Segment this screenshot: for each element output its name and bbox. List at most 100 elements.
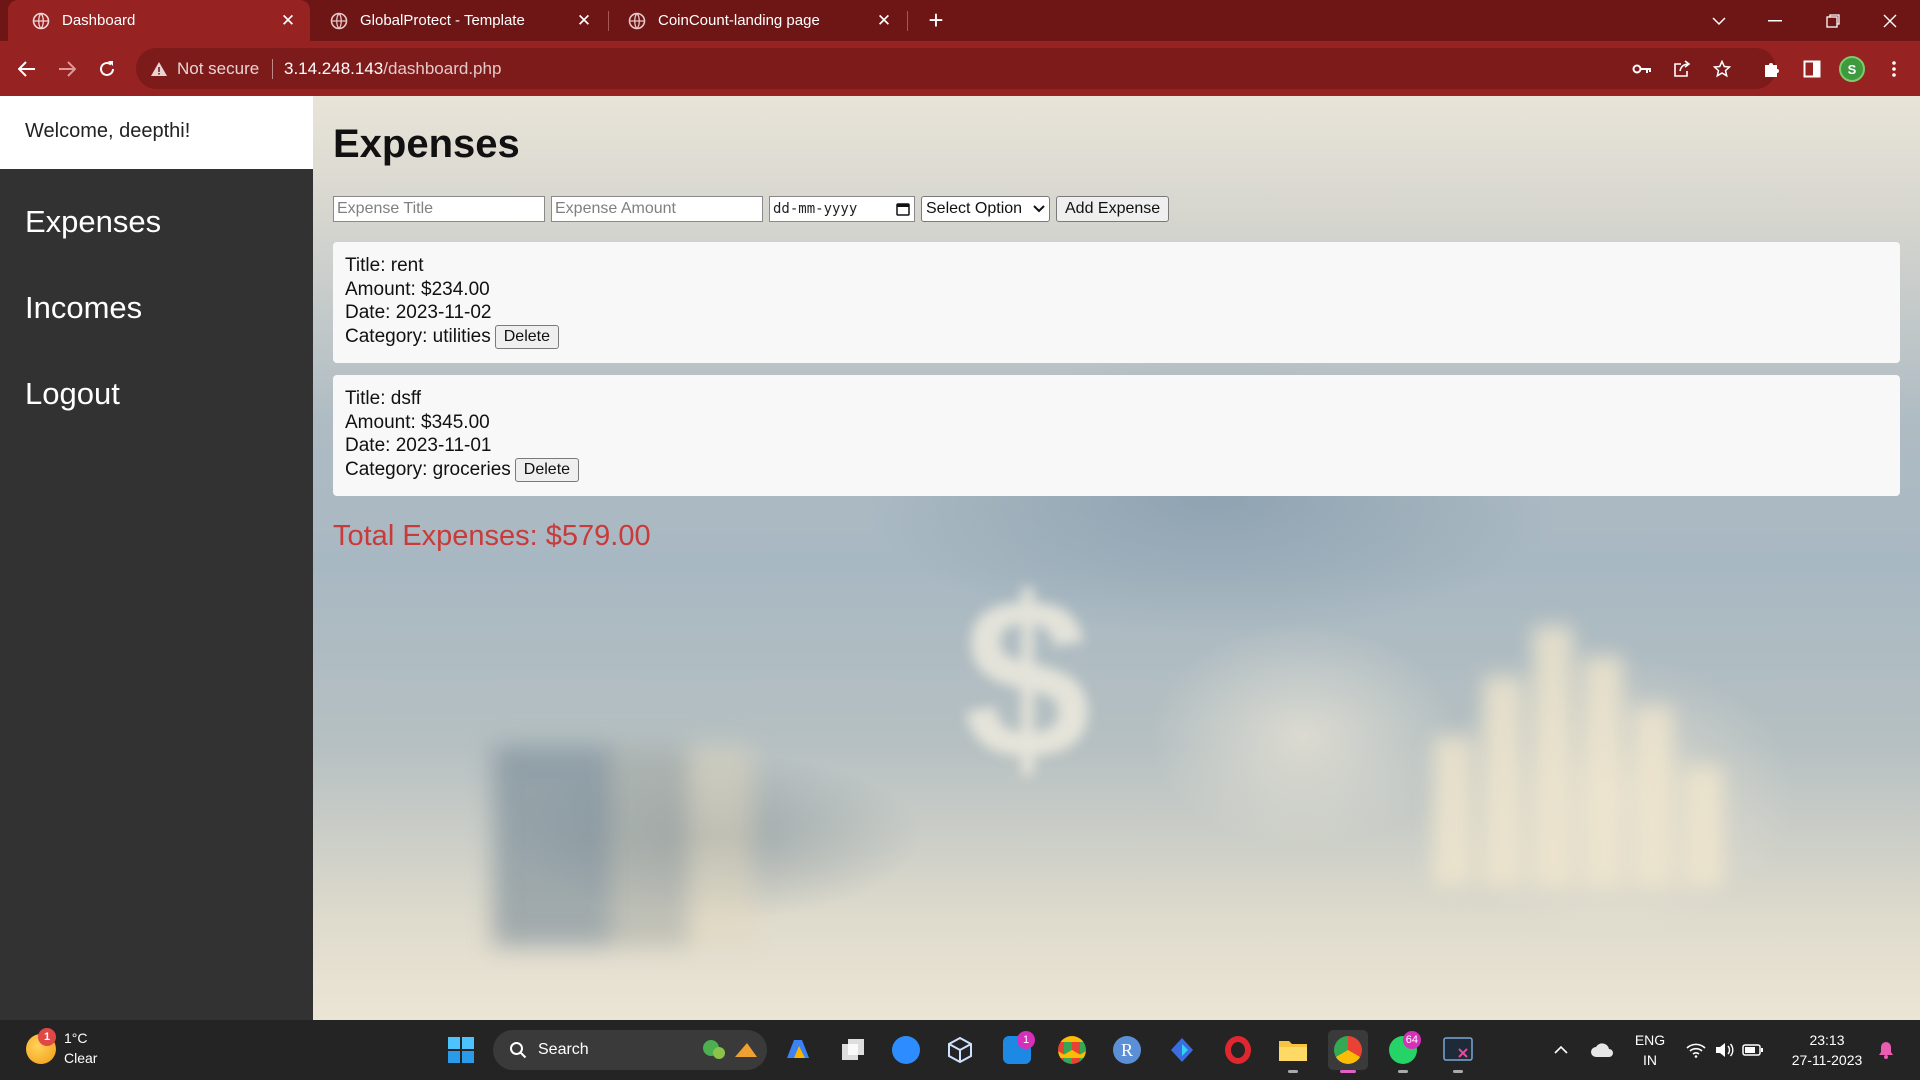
- bookmark-button[interactable]: [1704, 51, 1740, 87]
- expense-card: Title: rent Amount: $234.00 Date: 2023-1…: [333, 242, 1900, 363]
- add-expense-button[interactable]: Add Expense: [1056, 196, 1170, 222]
- bing-icon: [1171, 1038, 1193, 1062]
- chevron-down-icon: [1712, 16, 1726, 25]
- taskbar-app-virtualbox[interactable]: [940, 1030, 980, 1070]
- close-icon[interactable]: ✕: [874, 11, 894, 31]
- profile-avatar[interactable]: S: [1839, 56, 1865, 82]
- background-blocks-graphic: [493, 746, 753, 946]
- category-selected: Select Option: [926, 200, 1023, 217]
- cloud-icon: [1591, 1043, 1613, 1057]
- minimize-button[interactable]: [1747, 0, 1803, 41]
- taskbar-app-snipping[interactable]: [1438, 1030, 1478, 1073]
- expense-amount: Amount: $234.00: [345, 278, 490, 300]
- menu-button[interactable]: [1876, 51, 1912, 87]
- expense-date: Date: 2023-11-02: [345, 302, 492, 323]
- search-icon: [510, 1042, 527, 1059]
- taskbar-app-r[interactable]: R: [1107, 1030, 1147, 1070]
- tab-coincount[interactable]: CoinCount-landing page ✕: [604, 0, 906, 41]
- taskbar-app-explorer[interactable]: [1273, 1030, 1313, 1073]
- running-indicator: [1453, 1070, 1463, 1073]
- tab-title: GlobalProtect - Template: [360, 12, 525, 29]
- taskbar-app-copilot[interactable]: [778, 1030, 818, 1070]
- taskbar-app-chrome-active[interactable]: [1328, 1030, 1368, 1073]
- puzzle-icon: [1765, 63, 1779, 77]
- delete-button[interactable]: Delete: [514, 457, 580, 482]
- taskbar-app-taskview[interactable]: [833, 1030, 873, 1070]
- quick-settings-button[interactable]: [1680, 1030, 1770, 1070]
- browser-tab-strip: Dashboard ✕ GlobalProtect - Template ✕ C…: [0, 0, 1920, 41]
- more-vertical-icon: [1892, 61, 1896, 77]
- share-button[interactable]: [1664, 51, 1700, 87]
- expense-title: Title: rent: [345, 255, 424, 276]
- lang-bottom: IN: [1643, 1052, 1657, 1068]
- page-title: Expenses: [333, 122, 520, 166]
- snipping-tool-icon: [1443, 1037, 1473, 1061]
- password-button[interactable]: [1624, 51, 1660, 87]
- add-expense-form: dd-mm-yyyy Select Option Add Expense: [333, 196, 1170, 222]
- show-hidden-icons-button[interactable]: [1541, 1030, 1581, 1070]
- restore-icon: [1826, 13, 1840, 28]
- close-icon[interactable]: ✕: [278, 11, 298, 31]
- clock[interactable]: 23:13 27-11-2023: [1782, 1030, 1872, 1070]
- start-button[interactable]: [441, 1030, 481, 1070]
- url-path: /dashboard.php: [383, 59, 502, 78]
- security-label[interactable]: Not secure: [177, 59, 259, 79]
- tab-search-button[interactable]: [1691, 0, 1747, 41]
- battery-icon: [1742, 1044, 1763, 1056]
- taskbar: 1 1°C Clear Search 1 R 64 ENG IN 23:13 2…: [0, 1020, 1920, 1080]
- chevron-down-icon: [1033, 205, 1045, 213]
- delete-button[interactable]: Delete: [494, 324, 559, 349]
- side-panel-button[interactable]: [1794, 51, 1830, 87]
- close-icon[interactable]: ✕: [574, 11, 594, 31]
- expense-category-row: Category: groceries Delete: [345, 457, 1888, 482]
- welcome-message: Welcome, deepthi!: [0, 96, 313, 169]
- notifications-button[interactable]: [1866, 1030, 1906, 1070]
- key-icon: [1632, 64, 1651, 74]
- category-select[interactable]: Select Option: [921, 196, 1050, 222]
- background-bars-graphic: [1433, 626, 1733, 886]
- r-icon: R: [1113, 1036, 1141, 1064]
- expense-title-input[interactable]: [333, 196, 545, 222]
- taskbar-app-mail[interactable]: 1: [997, 1030, 1037, 1070]
- calendar-icon[interactable]: [896, 202, 910, 216]
- tab-dashboard[interactable]: Dashboard ✕: [8, 0, 310, 41]
- tab-globalprotect[interactable]: GlobalProtect - Template ✕: [306, 0, 606, 41]
- chevron-up-icon: [1554, 1046, 1568, 1054]
- url-text[interactable]: 3.14.248.143/dashboard.php: [284, 59, 501, 79]
- folder-icon: [1279, 1041, 1307, 1061]
- copilot-icon: [787, 1040, 809, 1058]
- cube-icon: [948, 1036, 972, 1064]
- bell-icon: [1879, 1042, 1893, 1059]
- sidebar-item-incomes[interactable]: Incomes: [25, 290, 142, 326]
- main-content: $ Expenses dd-mm-yyyy Select Option Add …: [313, 96, 1920, 1020]
- taskbar-app-whatsapp[interactable]: 64: [1383, 1030, 1423, 1073]
- chrome-icon: [1058, 1036, 1086, 1064]
- warning-icon[interactable]: [150, 60, 168, 78]
- running-indicator: [1398, 1070, 1408, 1073]
- highlight-icon: [703, 1040, 757, 1059]
- restore-button[interactable]: [1805, 0, 1861, 41]
- new-tab-button[interactable]: +: [922, 6, 950, 34]
- back-button[interactable]: [9, 51, 45, 87]
- taskbar-app-zoom[interactable]: [886, 1030, 926, 1070]
- taskbar-app-opera[interactable]: [1218, 1030, 1258, 1070]
- taskbar-app-bing[interactable]: [1162, 1030, 1202, 1070]
- taskbar-search[interactable]: Search: [493, 1030, 767, 1070]
- onedrive-button[interactable]: [1582, 1030, 1622, 1070]
- sidebar-item-expenses[interactable]: Expenses: [25, 204, 161, 240]
- expense-amount-input[interactable]: [551, 196, 763, 222]
- close-window-button[interactable]: [1862, 0, 1918, 41]
- sidebar: Welcome, deepthi! Expenses Incomes Logou…: [0, 96, 313, 1020]
- address-bar[interactable]: Not secure 3.14.248.143/dashboard.php: [136, 48, 1776, 89]
- clock-time: 23:13: [1809, 1032, 1845, 1048]
- side-panel-icon: [1803, 60, 1821, 78]
- expense-date-input[interactable]: dd-mm-yyyy: [769, 196, 915, 222]
- forward-button[interactable]: [49, 51, 85, 87]
- taskbar-app-chrome[interactable]: [1052, 1030, 1092, 1070]
- reload-button[interactable]: [89, 51, 125, 87]
- extensions-button[interactable]: [1754, 51, 1790, 87]
- globe-icon: [628, 12, 646, 29]
- language-indicator[interactable]: ENG IN: [1630, 1030, 1670, 1070]
- weather-temp: 1°C: [64, 1030, 88, 1046]
- sidebar-item-logout[interactable]: Logout: [25, 376, 120, 412]
